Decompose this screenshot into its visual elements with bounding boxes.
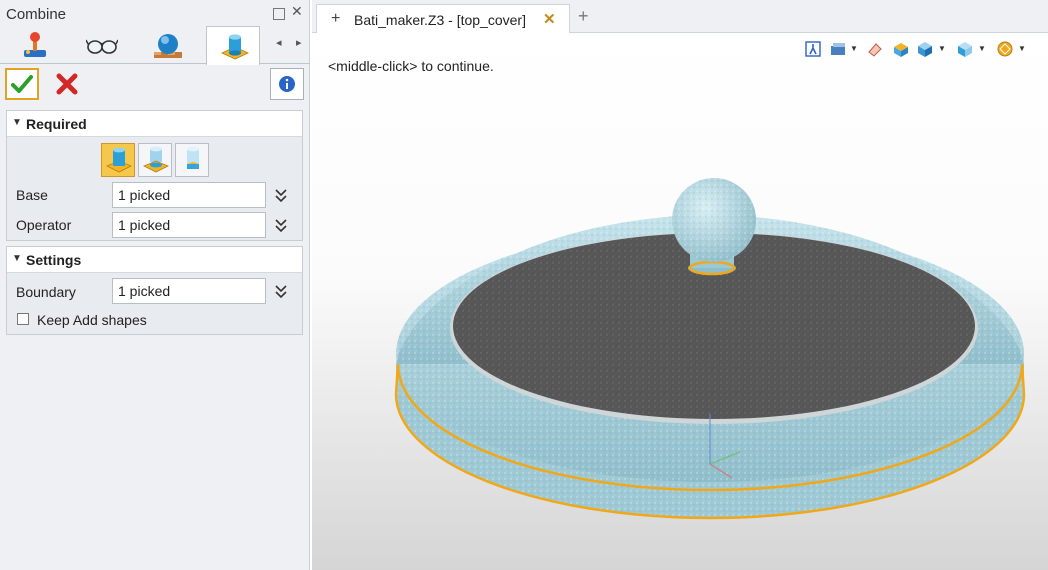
info-icon — [279, 76, 295, 92]
boundary-label: Boundary — [16, 284, 76, 300]
chevron-down-icon[interactable] — [273, 187, 289, 203]
close-icon[interactable]: ✕ — [291, 3, 303, 20]
panel-header: Combine ✕ — [0, 0, 310, 28]
add-mode-icon — [106, 147, 132, 173]
combine-panel: Combine ✕ ◂ ▸ ▼ Required Base 1 picked O… — [0, 0, 310, 570]
pin-icon[interactable] — [273, 8, 285, 20]
action-bar — [0, 64, 310, 104]
required-header[interactable]: ▼ Required — [7, 111, 302, 137]
modified-plus-icon: + — [331, 10, 341, 27]
dropdown-arrow-icon[interactable]: ▼ — [850, 44, 858, 53]
sphere-render-icon — [154, 34, 182, 58]
dropdown-arrow-icon[interactable]: ▼ — [978, 44, 986, 53]
app-window: Combine ✕ ◂ ▸ ▼ Required Base 1 picked O… — [0, 0, 1048, 570]
settings-section: ▼ Settings Boundary 1 picked Keep Add sh… — [6, 246, 303, 335]
document-tab[interactable]: + Bati_maker.Z3 - [top_cover] ✕ — [316, 4, 570, 33]
base-label: Base — [16, 187, 48, 203]
subtract-mode-icon — [143, 146, 169, 173]
settings-header[interactable]: ▼ Settings — [7, 247, 302, 273]
3d-viewport[interactable]: <middle-click> to continue. ▼ ▼ ▼ ▼ — [312, 34, 1048, 570]
ok-button[interactable] — [5, 68, 39, 100]
info-button[interactable] — [270, 68, 304, 100]
viewport-toolbar: ▼ ▼ ▼ ▼ — [804, 38, 1044, 60]
cube-view-icon[interactable] — [916, 40, 934, 58]
cancel-button[interactable] — [50, 68, 84, 100]
operator-field[interactable]: 1 picked — [112, 212, 266, 238]
boundary-field[interactable]: 1 picked — [112, 278, 266, 304]
checkmark-icon — [11, 75, 33, 93]
document-tabbar: + Bati_maker.Z3 - [top_cover] ✕ + — [312, 0, 1048, 33]
document-area: + Bati_maker.Z3 - [top_cover] ✕ + <middl… — [312, 0, 1048, 570]
dropdown-arrow-icon[interactable]: ▼ — [1018, 44, 1026, 53]
display-mode-icon[interactable] — [956, 40, 974, 58]
tab-glasses[interactable] — [74, 26, 128, 64]
box-icon[interactable] — [892, 40, 910, 58]
collapse-triangle-icon: ▼ — [12, 117, 22, 128]
eraser-icon[interactable] — [866, 40, 884, 58]
view-filter-icon[interactable] — [830, 40, 848, 58]
exit-sketch-icon[interactable] — [804, 40, 822, 58]
tab-joystick[interactable] — [8, 26, 62, 64]
subtract-mode-button[interactable] — [138, 143, 172, 177]
settings-body: Boundary 1 picked Keep Add shapes — [7, 273, 302, 334]
new-tab-icon[interactable]: + — [578, 6, 589, 27]
joystick-icon — [24, 32, 46, 57]
keep-add-shapes-checkbox[interactable] — [17, 313, 29, 325]
command-prompt: <middle-click> to continue. — [328, 58, 494, 74]
add-mode-button[interactable] — [101, 143, 135, 177]
document-tab-label: Bati_maker.Z3 - [top_cover] — [354, 12, 526, 28]
panel-tabbar: ◂ ▸ — [0, 26, 310, 65]
tab-render[interactable] — [140, 26, 194, 64]
chevron-down-icon[interactable] — [273, 283, 289, 299]
operator-label: Operator — [16, 217, 72, 233]
glasses-icon — [86, 39, 118, 54]
required-body: Base 1 picked Operator 1 picked — [7, 137, 302, 240]
intersect-mode-button[interactable] — [175, 143, 209, 177]
intersect-mode-icon — [187, 146, 199, 169]
chevron-down-icon[interactable] — [273, 217, 289, 233]
tab-combine[interactable] — [206, 26, 260, 65]
tab-scroll-right-icon[interactable]: ▸ — [296, 36, 302, 49]
model-scene — [394, 178, 1026, 520]
keep-add-shapes-label: Keep Add shapes — [37, 312, 147, 328]
combine-shapes-icon — [221, 34, 249, 60]
collapse-triangle-icon: ▼ — [12, 253, 22, 264]
tab-scroll-left-icon[interactable]: ◂ — [276, 36, 282, 49]
dropdown-arrow-icon[interactable]: ▼ — [938, 44, 946, 53]
base-field[interactable]: 1 picked — [112, 182, 266, 208]
required-section: ▼ Required Base 1 picked Operator 1 pick… — [6, 110, 303, 241]
x-icon — [56, 73, 78, 95]
panel-title: Combine — [6, 6, 67, 23]
render-style-icon[interactable] — [996, 40, 1014, 58]
required-title: Required — [26, 116, 87, 132]
close-tab-icon[interactable]: ✕ — [543, 10, 556, 28]
settings-title: Settings — [26, 252, 82, 268]
